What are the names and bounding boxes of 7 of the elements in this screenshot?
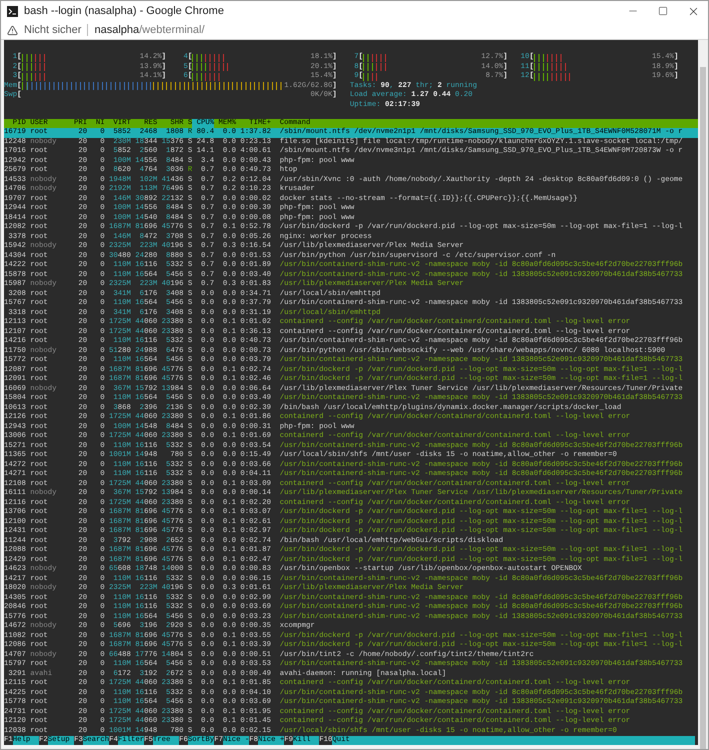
security-label[interactable]: Nicht sicher xyxy=(24,22,82,38)
warning-icon xyxy=(7,24,18,36)
scrollbar-thumb[interactable] xyxy=(700,67,706,749)
maximize-icon xyxy=(658,6,668,16)
url-text[interactable]: nasalpha/webterminal/ xyxy=(94,22,205,38)
window-title: bash --login (nasalpha) - Google Chrome xyxy=(24,4,224,19)
terminal-icon xyxy=(7,6,18,16)
